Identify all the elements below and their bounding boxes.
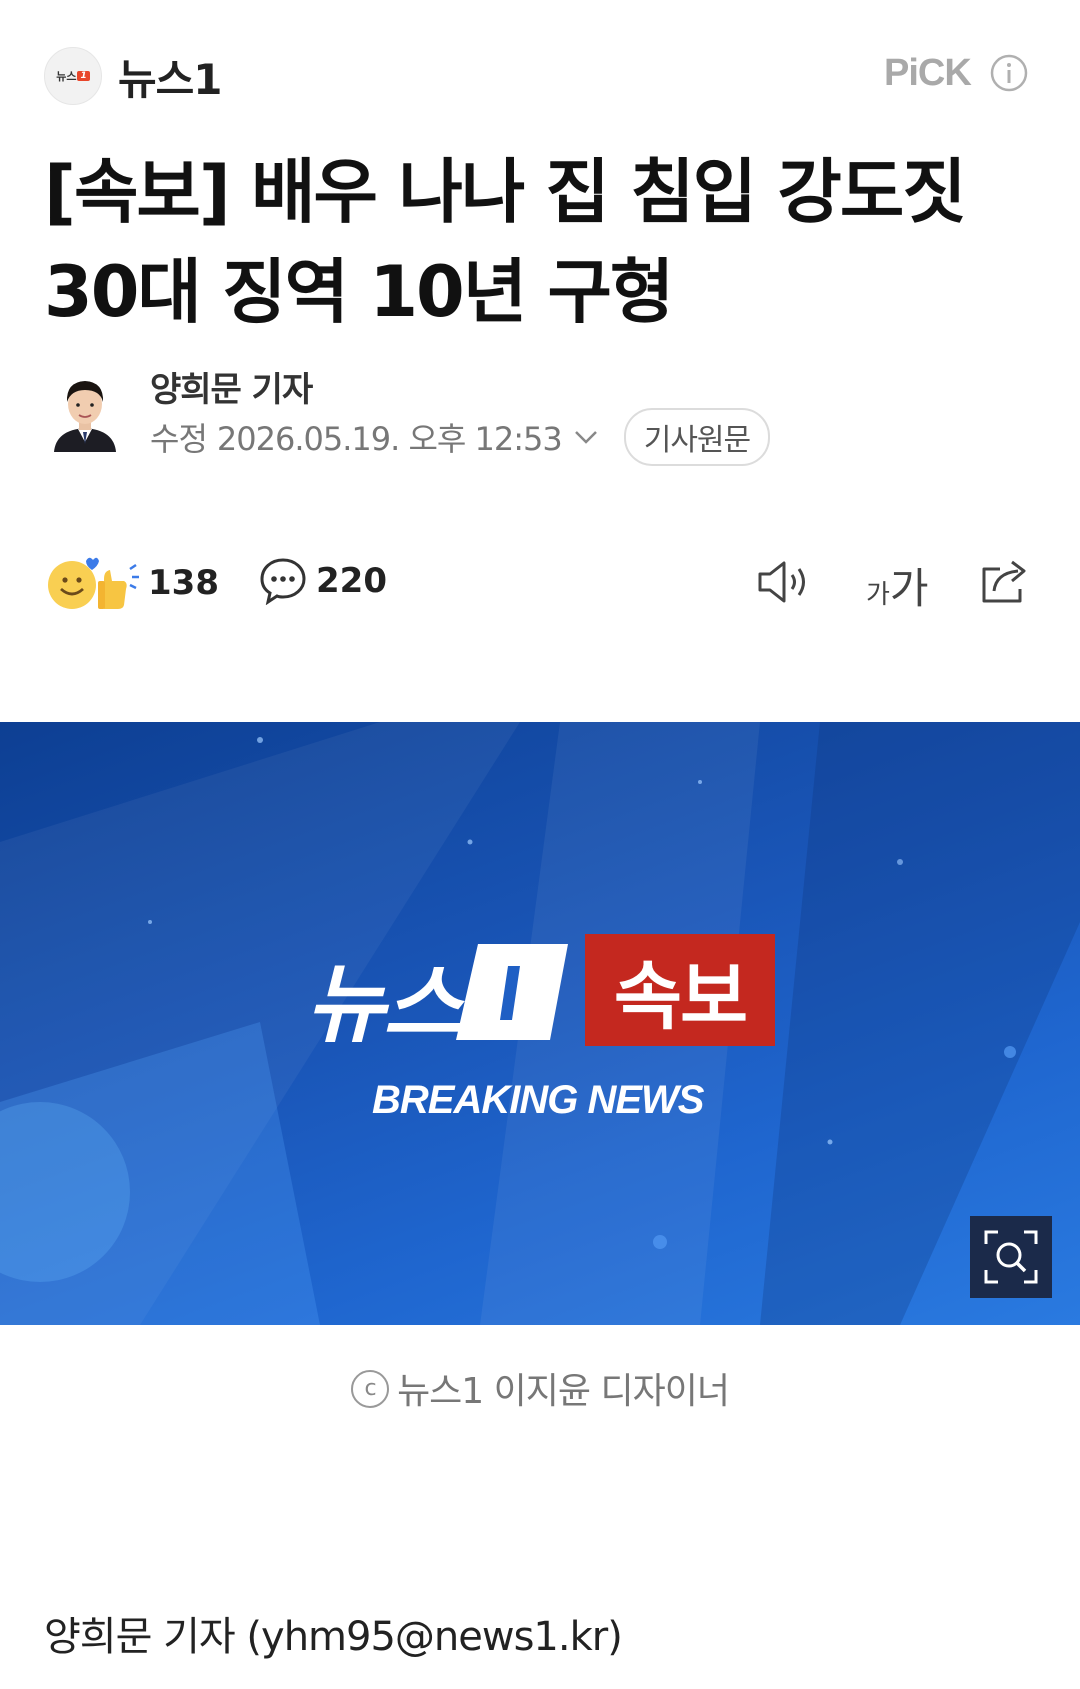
action-bar: 138 220 가가 xyxy=(0,545,1080,617)
press-logo-text: 뉴스 xyxy=(56,70,77,83)
reporter-avatar[interactable] xyxy=(50,372,120,452)
breaking-news-english: BREAKING NEWS xyxy=(372,1078,704,1122)
press-name[interactable]: 뉴스1 xyxy=(118,46,223,107)
article-page: 뉴스 1 뉴스1 PiCK [속보] 배우 나나 집 침입 강도짓 30대 징역 … xyxy=(0,0,1080,1689)
image-caption: c 뉴스1 이지윤 디자이너 xyxy=(0,1362,1080,1414)
timestamp-label: 수정 xyxy=(150,420,208,458)
font-size-big-glyph: 가 xyxy=(889,564,929,613)
article-image[interactable]: 뉴스 속보 BREAKING NEWS xyxy=(0,722,1080,1325)
reaction-icon[interactable] xyxy=(48,553,140,611)
image-zoom-button[interactable] xyxy=(970,1216,1052,1298)
timestamp-value: 2026.05.19. 오후 12:53 xyxy=(216,420,563,458)
reaction-count: 138 xyxy=(148,563,219,603)
font-size-button[interactable]: 가가 xyxy=(866,555,936,613)
title-line-2: 30대 징역 10년 구형 xyxy=(44,251,674,333)
copyright-icon: c xyxy=(351,1370,390,1408)
breaking-news-badge: 속보 xyxy=(585,934,775,1046)
reporter-name[interactable]: 양희문 기자 xyxy=(150,362,313,411)
press-logo-mark: 1 xyxy=(77,71,90,81)
info-icon[interactable] xyxy=(990,54,1028,92)
font-size-small-glyph: 가 xyxy=(866,580,890,610)
press-header: 뉴스 1 뉴스1 PiCK xyxy=(0,0,1080,150)
article-body-byline: 양희문 기자 (yhm95@news1.kr) xyxy=(44,1614,623,1660)
image-caption-text: 뉴스1 이지윤 디자이너 xyxy=(397,1371,730,1412)
original-article-button[interactable]: 기사원문 xyxy=(623,408,771,466)
article-title: [속보] 배우 나나 집 침입 강도짓 30대 징역 10년 구형 xyxy=(44,142,1044,342)
press-logo[interactable]: 뉴스 1 xyxy=(44,47,102,105)
news1-logo-mark xyxy=(456,944,568,1040)
comment-icon[interactable] xyxy=(258,555,308,605)
pick-badge: PiCK xyxy=(884,52,972,94)
timestamp-row: 수정 2026.05.19. 오후 12:53 기사원문 xyxy=(150,408,771,466)
comment-count: 220 xyxy=(316,561,387,601)
title-line-1: [속보] 배우 나나 집 침입 강도짓 xyxy=(44,151,967,233)
share-icon[interactable] xyxy=(978,557,1032,605)
image-brand-text: 뉴스 xyxy=(306,955,462,1055)
chevron-down-icon[interactable] xyxy=(572,423,600,451)
zoom-icon xyxy=(984,1230,1038,1284)
speaker-icon[interactable] xyxy=(756,559,812,605)
